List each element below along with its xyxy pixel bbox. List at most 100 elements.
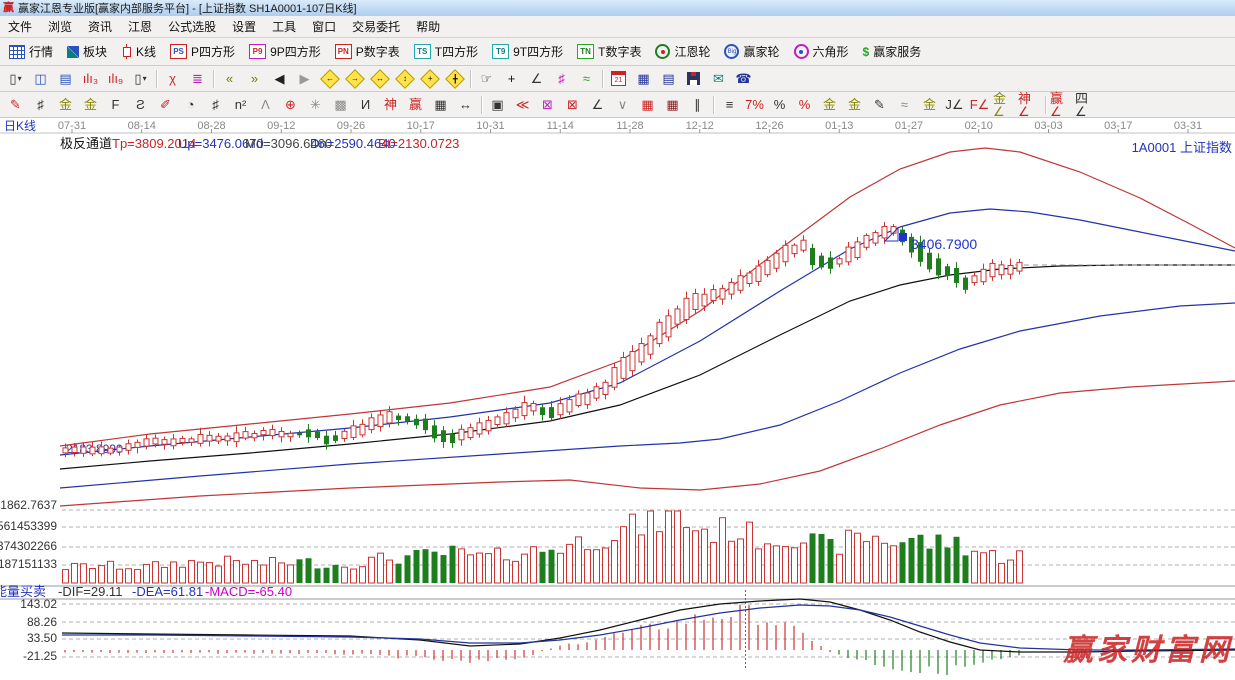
- toolbar-t-square[interactable]: TST四方形: [408, 40, 484, 63]
- notch-line-button[interactable]: И: [353, 94, 378, 116]
- zoom-in-button[interactable]: +: [417, 68, 442, 90]
- menu-settings[interactable]: 设置: [224, 16, 264, 37]
- j-angle-button[interactable]: J∠: [942, 94, 967, 116]
- pan-hand-button[interactable]: ☞: [474, 68, 499, 90]
- gold-grid-a-button[interactable]: 金: [53, 94, 78, 116]
- mail-button[interactable]: ✉: [706, 68, 731, 90]
- toolbar-winner-wheel[interactable]: Big赢家轮: [718, 40, 785, 63]
- zoom-horizontal-button[interactable]: ↔: [367, 68, 392, 90]
- menu-formula-picker[interactable]: 公式选股: [160, 16, 224, 37]
- toolbar-gann-wheel[interactable]: 江恩轮: [649, 40, 716, 63]
- gold-grid-b-button[interactable]: 金: [78, 94, 103, 116]
- toolbar-winner-service[interactable]: $赢家服务: [857, 40, 928, 63]
- toolbar-t9-square[interactable]: T99T四方形: [486, 40, 569, 63]
- kline-period-dropdown-button[interactable]: ▯▾: [3, 68, 28, 90]
- toolbar-separator: [156, 70, 157, 88]
- shift-right-button[interactable]: →: [342, 68, 367, 90]
- calendar-button[interactable]: 21: [606, 68, 631, 90]
- gold-circle-button[interactable]: 金: [817, 94, 842, 116]
- percent-button[interactable]: %: [767, 94, 792, 116]
- time-compass-button[interactable]: ◔: [178, 94, 203, 116]
- calculator-button[interactable]: ▦: [631, 68, 656, 90]
- wave-circle-button[interactable]: ≈: [892, 94, 917, 116]
- minor-cycle-3-button[interactable]: ılı₃: [78, 68, 103, 90]
- comb-grid-icon: ♯: [37, 98, 44, 111]
- chart-area[interactable]: 07-3108-1408-2809-1209-2610-1710-3111-14…: [0, 118, 1235, 675]
- shen-angle-button[interactable]: 神∠: [1017, 94, 1042, 116]
- toolbar-t-number-table[interactable]: TNT数字表: [571, 40, 647, 63]
- volume-profile-button[interactable]: ≣: [185, 68, 210, 90]
- span-arrows-button[interactable]: ↔: [453, 94, 478, 116]
- f-grid-button[interactable]: F: [103, 94, 128, 116]
- comb-grid-button[interactable]: ♯: [28, 94, 53, 116]
- f-angle-button[interactable]: F∠: [967, 94, 992, 116]
- ying-grid-button[interactable]: 赢: [403, 94, 428, 116]
- mirror-fold-button[interactable]: Λ: [253, 94, 278, 116]
- toolbar-sectors[interactable]: 板块: [61, 40, 113, 63]
- dense-grid-button[interactable]: ▦: [428, 94, 453, 116]
- spiral-grid-button[interactable]: Ƨ: [128, 94, 153, 116]
- info-panel-button[interactable]: ▤: [53, 68, 78, 90]
- next-bar-button[interactable]: ▶: [292, 68, 317, 90]
- draw-pen-button[interactable]: ✎: [3, 94, 28, 116]
- box-ruler-button[interactable]: ▣: [485, 94, 510, 116]
- menu-help[interactable]: 帮助: [408, 16, 448, 37]
- comb-grid-2-button[interactable]: ♯: [203, 94, 228, 116]
- prev-bar-button[interactable]: ◀: [267, 68, 292, 90]
- candle-style-dropdown-button[interactable]: ▯▾: [128, 68, 153, 90]
- gann-swing-button[interactable]: χ: [160, 68, 185, 90]
- menu-file[interactable]: 文件: [0, 16, 40, 37]
- kline-chart-canvas[interactable]: 07-3108-1408-2809-1209-2610-1710-3111-14…: [0, 118, 1235, 675]
- gold-angle-box-button[interactable]: 金: [917, 94, 942, 116]
- pen-ruler-button[interactable]: ✐: [153, 94, 178, 116]
- percent-line-button[interactable]: %: [792, 94, 817, 116]
- parallel-lines-button[interactable]: ∥: [685, 94, 710, 116]
- last-page-button[interactable]: »: [242, 68, 267, 90]
- ray-burst-button[interactable]: ✳: [303, 94, 328, 116]
- toolbar-p-square[interactable]: PSP四方形: [164, 40, 241, 63]
- menu-gann[interactable]: 江恩: [120, 16, 160, 37]
- bar-count-button[interactable]: ≡: [717, 94, 742, 116]
- zoom-vertical-button[interactable]: ↕: [392, 68, 417, 90]
- price-grid-b-button[interactable]: ▦: [660, 94, 685, 116]
- wave-overlay-button[interactable]: ≈: [574, 68, 599, 90]
- circle-cross-button[interactable]: ⊕: [278, 94, 303, 116]
- remote-service-button[interactable]: ☎: [731, 68, 756, 90]
- gold-line-button[interactable]: 金: [842, 94, 867, 116]
- toolbar-kline[interactable]: K线: [115, 40, 162, 63]
- menu-browse[interactable]: 浏览: [40, 16, 80, 37]
- angle-measure-button[interactable]: ∠: [524, 68, 549, 90]
- minor-cycle-9-button[interactable]: ılı₉: [103, 68, 128, 90]
- shen-grid-button[interactable]: 神: [378, 94, 403, 116]
- box-fan-magenta-button[interactable]: ⊠: [535, 94, 560, 116]
- percent-strike-button[interactable]: 7%: [742, 94, 767, 116]
- ying-angle-button[interactable]: 赢∠: [1049, 94, 1074, 116]
- toolbar-hexagon[interactable]: 六角形: [788, 40, 855, 63]
- shen-angle-icon: 神∠: [1018, 92, 1041, 118]
- toolbar-quotes[interactable]: 行情: [3, 40, 59, 63]
- gold-angle-button[interactable]: 金∠: [992, 94, 1017, 116]
- menu-news[interactable]: 资讯: [80, 16, 120, 37]
- toolbar-p-number-table[interactable]: PNP数字表: [329, 40, 406, 63]
- window-layout-button[interactable]: ◫: [28, 68, 53, 90]
- grid-overlay-button[interactable]: ♯: [549, 68, 574, 90]
- fan-lines-button[interactable]: ≪: [510, 94, 535, 116]
- zoom-all-button[interactable]: ╋: [442, 68, 467, 90]
- shift-left-button[interactable]: ←: [317, 68, 342, 90]
- crosshair-button[interactable]: +: [499, 68, 524, 90]
- n-square-button[interactable]: n²: [228, 94, 253, 116]
- menu-window[interactable]: 窗口: [304, 16, 344, 37]
- toolbar-p9-square[interactable]: P99P四方形: [243, 40, 327, 63]
- menu-tools[interactable]: 工具: [264, 16, 304, 37]
- boxed-burst-button[interactable]: ▩: [328, 94, 353, 116]
- zigzag-wave-button[interactable]: ∨: [610, 94, 635, 116]
- menu-trading[interactable]: 交易委托: [344, 16, 408, 37]
- angle-set-button[interactable]: ∠: [585, 94, 610, 116]
- ink-pen-button[interactable]: ✎: [867, 94, 892, 116]
- save-button[interactable]: [681, 68, 706, 90]
- first-page-button[interactable]: «: [217, 68, 242, 90]
- box-fan-red-button[interactable]: ⊠: [560, 94, 585, 116]
- si-angle-button[interactable]: 四∠: [1074, 94, 1099, 116]
- notepad-button[interactable]: ▤: [656, 68, 681, 90]
- price-grid-a-button[interactable]: ▦: [635, 94, 660, 116]
